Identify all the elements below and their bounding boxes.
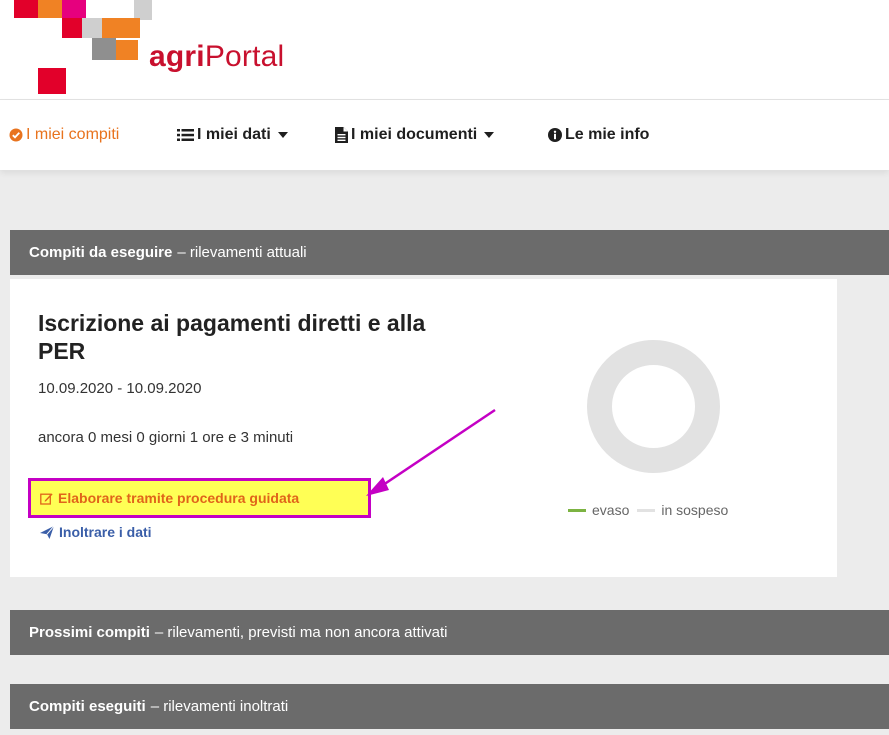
- chevron-down-icon: [277, 132, 288, 138]
- edit-icon: [40, 492, 53, 505]
- header: agriPortal: [0, 0, 889, 100]
- section-subtitle: – rilevamenti, previsti ma non ancora at…: [154, 624, 448, 641]
- info-circle-icon: [548, 128, 562, 142]
- paper-plane-icon: [40, 525, 54, 539]
- section-subtitle: – rilevamenti inoltrati: [150, 698, 289, 715]
- task-remaining-time: ancora 0 mesi 0 giorni 1 ore e 3 minuti: [38, 429, 294, 446]
- nav-item-label: Le mie info: [565, 126, 650, 143]
- section-current-tasks[interactable]: Compiti da eseguire – rilevamenti attual…: [10, 230, 889, 275]
- send-data-button[interactable]: Inoltrare i dati: [40, 524, 152, 540]
- task-dates: 10.09.2020 - 10.09.2020: [38, 380, 202, 397]
- main-nav: I miei compiti I miei dati I miei docume…: [0, 100, 889, 170]
- check-circle-icon: [9, 128, 23, 142]
- logo: [0, 0, 160, 100]
- wizard-edit-label: Elaborare tramite procedura guidata: [58, 490, 300, 506]
- legend-item-pending: in sospeso: [637, 502, 728, 518]
- send-data-label: Inoltrare i dati: [59, 524, 152, 540]
- legend-item-done: evaso: [568, 502, 629, 518]
- section-title: Compiti eseguiti: [29, 698, 146, 715]
- progress-donut-chart: [587, 340, 720, 473]
- section-title: Compiti da eseguire: [29, 244, 173, 261]
- chart-legend: evaso in sospeso: [568, 502, 728, 518]
- donut-slice-in-sospeso: [587, 340, 720, 473]
- chevron-down-icon: [484, 132, 495, 138]
- nav-item-my-info[interactable]: Le mie info: [548, 124, 649, 146]
- legend-swatch-pending: [637, 508, 656, 512]
- wizard-edit-button[interactable]: Elaborare tramite procedura guidata: [28, 478, 371, 518]
- document-icon: [335, 127, 348, 143]
- nav-item-label: I miei documenti: [351, 126, 478, 143]
- nav-item-my-documents[interactable]: I miei documenti: [335, 124, 495, 146]
- nav-item-my-data[interactable]: I miei dati: [177, 124, 288, 146]
- list-icon: [177, 128, 194, 142]
- legend-label: evaso: [592, 502, 630, 518]
- section-subtitle: – rilevamenti attuali: [177, 244, 307, 261]
- nav-item-label: I miei compiti: [26, 126, 120, 143]
- legend-label: in sospeso: [661, 502, 729, 518]
- section-upcoming-tasks[interactable]: Prossimi compiti – rilevamenti, previsti…: [10, 610, 889, 655]
- section-title: Prossimi compiti: [29, 624, 150, 641]
- task-title: Iscrizione ai pagamenti diretti e alla P…: [38, 310, 426, 364]
- nav-item-my-tasks[interactable]: I miei compiti: [9, 124, 119, 146]
- brand-name-rest: Portal: [204, 40, 285, 73]
- brand-name[interactable]: agriPortal: [149, 40, 284, 74]
- brand-name-bold: agri: [149, 40, 205, 73]
- nav-item-label: I miei dati: [197, 126, 271, 143]
- legend-swatch-done: [568, 508, 586, 512]
- section-completed-tasks[interactable]: Compiti eseguiti – rilevamenti inoltrati: [10, 684, 889, 729]
